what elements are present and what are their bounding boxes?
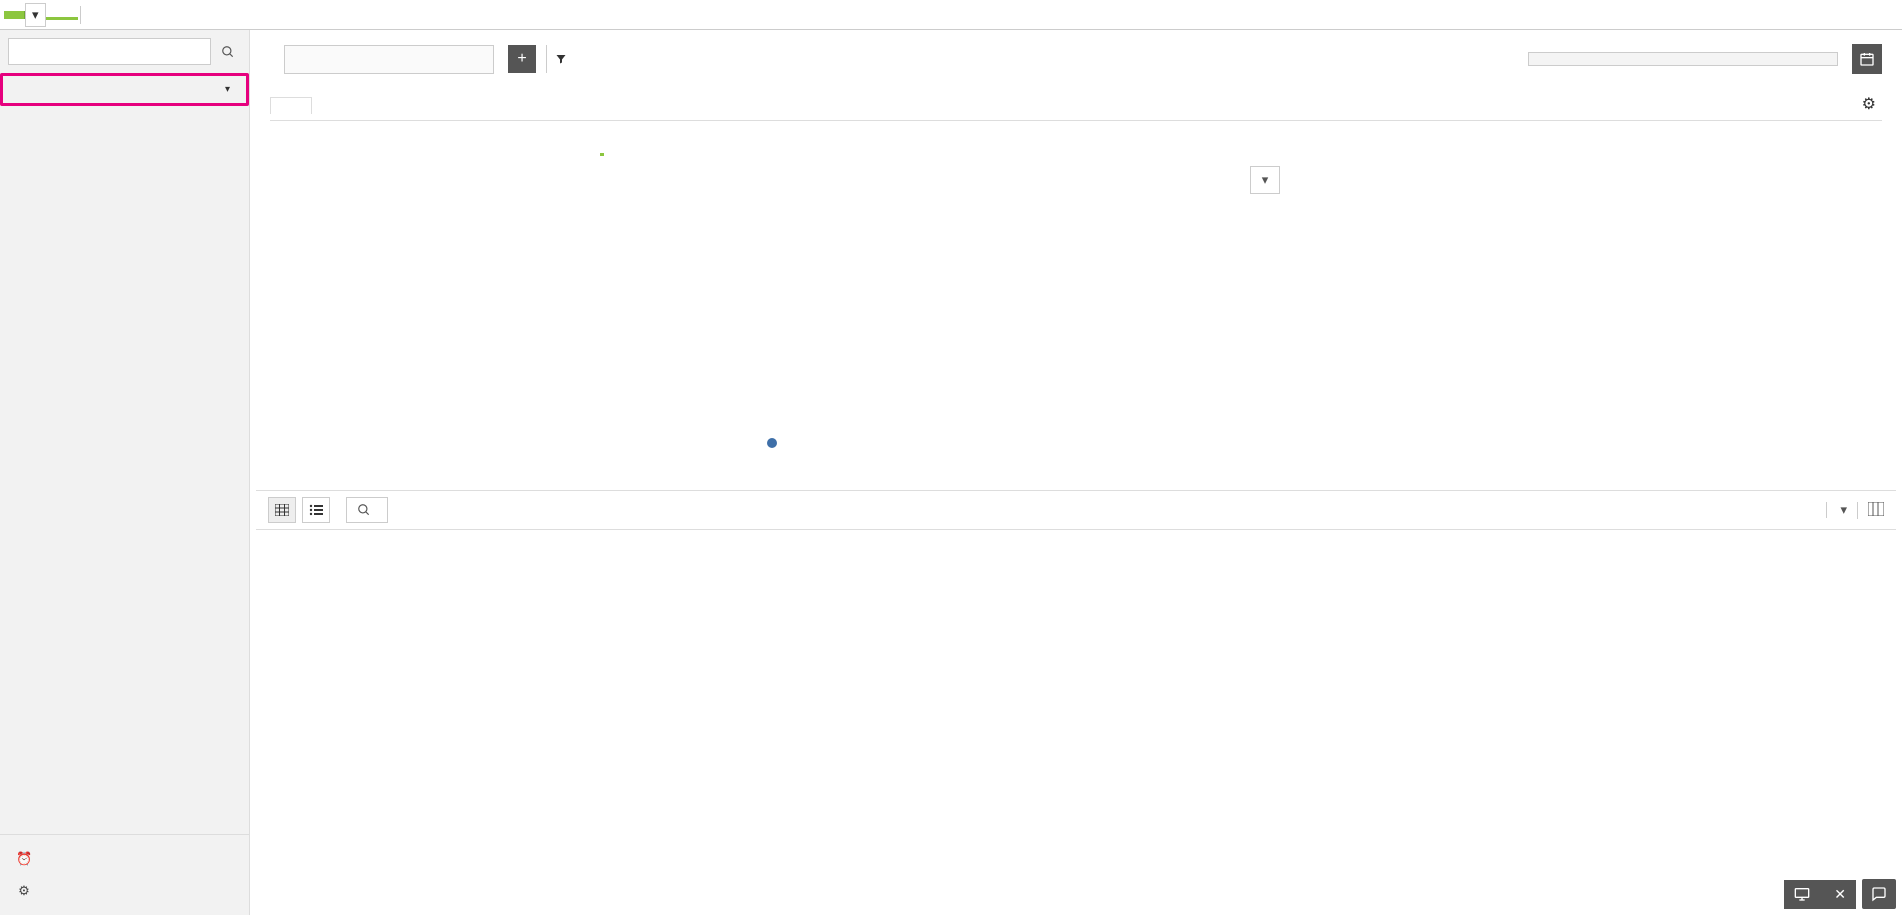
monitor-icon	[1794, 887, 1810, 901]
search-input[interactable]	[8, 38, 211, 65]
period-input[interactable]	[1528, 52, 1838, 66]
close-icon[interactable]: ✕	[1834, 886, 1846, 903]
incident-workbench-bar[interactable]: ✕	[1784, 880, 1856, 909]
log-source-input[interactable]	[284, 45, 494, 74]
view-grid-button[interactable]	[268, 497, 296, 523]
scheduled-reports-link[interactable]: ⏰	[0, 843, 249, 875]
cloud-sources-dropdown[interactable]: ▾	[25, 3, 46, 27]
nav-ec2-reports[interactable]: ▾	[3, 76, 246, 103]
gear-icon: ⚙	[1862, 96, 1876, 113]
chart-menu-button[interactable]: ▾	[1250, 166, 1280, 194]
ec2-highlight: ▾	[0, 73, 249, 106]
gear-icon: ⚙	[16, 883, 32, 899]
page-size-selector[interactable]: ▾	[1826, 502, 1847, 518]
plus-icon: +	[517, 50, 526, 68]
tab-summary[interactable]	[634, 141, 638, 156]
sidebar: ▾ ⏰ ⚙	[0, 30, 250, 915]
chevron-down-icon: ▾	[225, 84, 230, 95]
report-tab-top-users[interactable]	[270, 97, 312, 114]
chevron-down-icon: ▾	[1262, 172, 1269, 188]
bar-chart	[310, 166, 1240, 426]
view-list-button[interactable]	[302, 497, 330, 523]
clock-icon: ⏰	[16, 851, 32, 867]
add-log-source-button[interactable]: +	[508, 45, 536, 73]
tab-chart[interactable]	[600, 141, 604, 156]
legend-swatch	[767, 438, 777, 448]
cloud-sources-button[interactable]	[4, 11, 25, 19]
chat-icon	[1870, 886, 1888, 902]
source-tab-m365[interactable]	[83, 11, 115, 19]
chat-button[interactable]	[1862, 879, 1896, 909]
columns-button[interactable]	[1857, 502, 1884, 519]
chevron-down-icon: ▾	[32, 7, 39, 22]
manage-reports-link[interactable]: ⚙	[0, 875, 249, 907]
source-tab-aws[interactable]	[46, 9, 78, 20]
separator	[80, 6, 81, 24]
caret-down-icon: ▾	[1840, 502, 1847, 518]
settings-button[interactable]: ⚙	[1856, 88, 1882, 120]
filter-button[interactable]	[546, 45, 574, 73]
calendar-button[interactable]	[1852, 44, 1882, 74]
incident-button[interactable]	[346, 497, 388, 523]
search-icon[interactable]	[215, 39, 241, 65]
